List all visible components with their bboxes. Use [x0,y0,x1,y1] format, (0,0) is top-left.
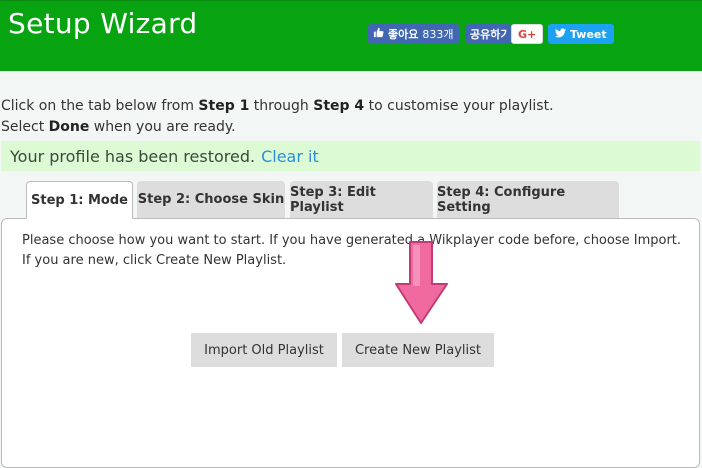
tab-step-1-mode[interactable]: Step 1: Mode [26,181,133,219]
header-bar: Setup Wizard 좋아요 833개 공유하기 G+ Tweet [0,0,702,71]
intro-text-part: when you are ready. [89,119,236,135]
intro-done-bold: Done [48,119,90,135]
intro-text-part: Select [1,119,49,135]
pink-down-arrow-icon [395,241,448,324]
profile-restored-notice: Your profile has been restored. Clear it [1,141,700,171]
notice-text: Your profile has been restored. [10,146,256,166]
gplus-label: G+ [518,27,537,41]
panel-instructions: Please choose how you want to start. If … [22,231,692,271]
share-label: 공유하기 [470,28,507,41]
create-new-playlist-button[interactable]: Create New Playlist [342,333,494,367]
tweet-label: Tweet [570,27,607,41]
tab-step-2-choose-skin[interactable]: Step 2: Choose Skin [137,181,285,218]
intro-line-1: Click on the tab below from Step 1 throu… [1,96,554,117]
step-panel: Please choose how you want to start. If … [1,218,700,468]
page-title: Setup Wizard [8,7,198,40]
twitter-bird-icon [555,27,566,41]
thumbs-up-icon [373,27,384,41]
panel-line-2: If you are new, click Create New Playlis… [22,253,287,268]
intro-text: Click on the tab below from Step 1 throu… [1,96,554,138]
intro-step1-bold: Step 1 [198,98,250,114]
tweet-button[interactable]: Tweet [548,24,614,44]
like-label: 좋아요 [388,28,419,41]
panel-line-1: Please choose how you want to start. If … [22,233,682,248]
facebook-share-button[interactable]: 공유하기 [466,24,511,44]
tab-step-4-configure-setting[interactable]: Step 4: Configure Setting [437,181,619,218]
google-plus-button[interactable]: G+ [511,24,544,44]
clear-it-link[interactable]: Clear it [261,147,319,166]
intro-step4-bold: Step 4 [313,98,365,114]
intro-line-2: Select Done when you are ready. [1,117,554,138]
tab-step-3-edit-playlist[interactable]: Step 3: Edit Playlist [290,181,433,218]
intro-text-part: to customise your playlist. [364,98,554,114]
like-count: 833개 [422,28,454,41]
facebook-like-button[interactable]: 좋아요 833개 [368,24,459,44]
import-old-playlist-button[interactable]: Import Old Playlist [191,333,337,367]
intro-text-part: Click on the tab below from [1,98,199,114]
intro-text-part: through [249,98,314,114]
